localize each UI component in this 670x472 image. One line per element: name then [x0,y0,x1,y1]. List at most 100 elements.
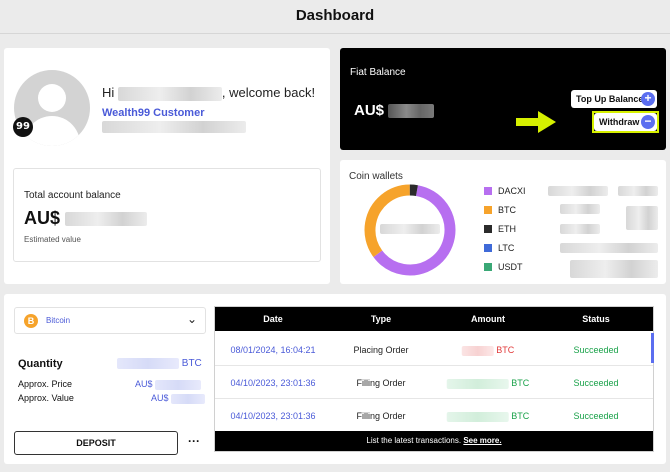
redacted-wallet-value [618,186,658,196]
redacted-price [155,379,202,390]
avatar-head-shape [38,84,66,112]
coin-wallets-title: Coin wallets [349,171,403,182]
approx-value-label: Approx. Value [18,393,74,403]
chevron-down-icon: ⌄ [186,312,197,326]
asset-select-value: Bitcoin [46,316,71,325]
customer-type-label: Wealth99 Customer [102,107,205,119]
legend-swatch [484,263,492,271]
transaction-amount: BTC [446,411,530,422]
redacted-wallet-value [560,224,600,234]
table-footer: List the latest transactions. See more. [215,431,653,451]
top-bar: Dashboard [0,0,670,34]
redacted-wallet-value [548,186,608,196]
redacted-wallet-value [570,260,658,278]
redacted-balance-amount [65,212,148,227]
transaction-amount-unit: BTC [511,378,530,388]
legend-label: USDT [498,262,523,272]
deposit-button[interactable]: DEPOSIT [14,431,178,455]
legend-label: BTC [498,205,516,215]
quantity-value: BTC [117,358,202,369]
table-header: Date Type Amount Status [215,307,653,331]
asset-select[interactable]: B Bitcoin ⌄ [14,307,206,334]
approx-price-label: Approx. Price [18,379,73,389]
legend-swatch [484,187,492,195]
legend-item-usdt: USDT [484,262,523,272]
redacted-quantity [117,358,179,369]
total-balance-currency: AU$ [24,208,61,228]
avatar-body-shape [24,116,80,146]
transaction-date: 04/10/2023, 23:01:36 [230,411,316,421]
total-balance-box: Total account balance AU$ Estimated valu… [13,168,321,262]
redacted-amount [461,345,494,356]
approx-price-value: AU$ [135,379,202,390]
fiat-balance-currency: AU$ [354,102,385,119]
column-header-date: Date [263,314,283,324]
withdraw-label: Withdraw [599,117,640,127]
page-title: Dashboard [295,7,375,24]
total-balance-label: Total account balance [24,190,121,201]
legend-label: ETH [498,224,516,234]
transaction-type: Filling Order [356,411,406,421]
approx-value-currency: AU$ [151,393,169,403]
top-up-balance-button[interactable]: Top Up Balance + [571,90,657,108]
legend-label: LTC [498,243,515,253]
legend-item-dacxi: DACXI [484,186,526,196]
estimated-value-note: Estimated value [24,235,81,244]
legend-swatch [484,225,492,233]
table-row[interactable]: 08/01/2024, 16:04:21 Placing Order BTC S… [215,333,653,366]
fiat-balance-title: Fiat Balance [350,67,406,78]
redacted-wallet-value [560,204,600,214]
approx-price-currency: AU$ [135,379,153,389]
legend-item-eth: ETH [484,224,516,234]
arrow-right-icon [516,111,556,133]
transaction-date: 08/01/2024, 16:04:21 [230,345,316,355]
redacted-username [117,86,222,101]
transaction-status: Succeeded [573,411,619,421]
column-header-amount: Amount [471,314,505,324]
greeting-prefix: Hi [102,85,115,100]
redacted-value [171,393,206,404]
column-header-status: Status [582,314,610,324]
approx-value-value: AU$ [151,393,206,404]
welcome-message: Hi , welcome back! [102,85,315,101]
total-balance-value: AU$ [24,208,148,229]
redacted-wallet-value [560,243,658,253]
top-up-label: Top Up Balance [576,94,644,104]
transactions-table: Date Type Amount Status 08/01/2024, 16:0… [214,306,654,452]
plus-icon: + [641,92,655,106]
redacted-donut-total [380,224,440,234]
fiat-balance-value: AU$ [354,102,435,119]
transaction-amount-unit: BTC [511,411,530,421]
table-scrollbar[interactable] [651,333,654,363]
redacted-wallet-value [626,206,658,230]
table-row[interactable]: 04/10/2023, 23:01:36 Filling Order BTC S… [215,366,653,399]
withdraw-button[interactable]: Withdraw − [594,113,657,131]
brand-badge-icon: 99 [13,117,33,137]
legend-item-btc: BTC [484,205,516,215]
redacted-email [102,121,246,133]
transaction-date: 04/10/2023, 23:01:36 [230,378,316,388]
transaction-status: Succeeded [573,378,619,388]
redacted-fiat-amount [388,104,435,119]
redacted-amount [446,411,509,422]
greeting-suffix: , welcome back! [221,85,316,100]
table-row[interactable]: 04/10/2023, 23:01:36 Filling Order BTC S… [215,399,653,432]
legend-label: DACXI [498,186,526,196]
transaction-amount-unit: BTC [496,345,515,355]
redacted-amount [446,378,509,389]
legend-swatch [484,206,492,214]
quantity-label: Quantity [18,358,63,370]
minus-icon: − [641,115,655,129]
legend-item-ltc: LTC [484,243,514,253]
transaction-type: Filling Order [356,378,406,388]
legend-swatch [484,244,492,252]
table-footer-text: List the latest transactions. [366,436,462,445]
more-options-button[interactable]: ··· [182,431,206,455]
transaction-amount: BTC [461,345,515,356]
bitcoin-icon: B [24,314,38,328]
see-more-link[interactable]: See more. [463,436,501,445]
transaction-status: Succeeded [573,345,619,355]
transaction-type: Placing Order [353,345,409,355]
column-header-type: Type [370,314,392,324]
quantity-unit: BTC [181,358,202,370]
